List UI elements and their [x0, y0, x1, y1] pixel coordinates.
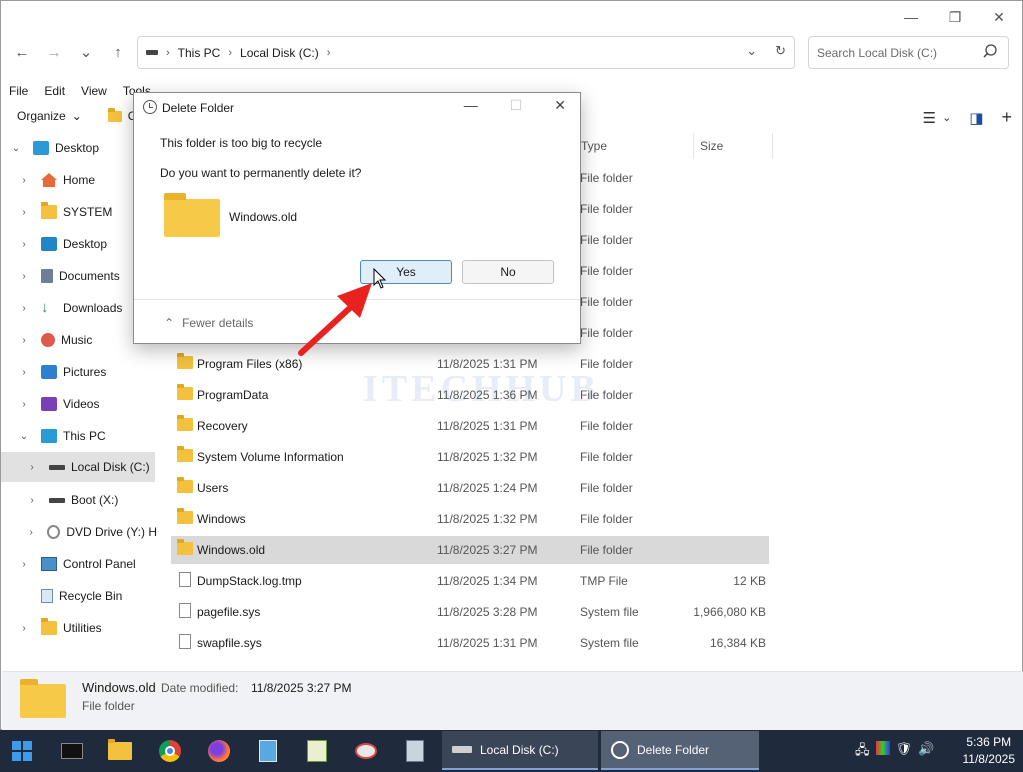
- notepad-icon: [259, 740, 277, 762]
- clock[interactable]: 5:36 PM 11/8/2025: [963, 734, 1016, 768]
- clock-icon: [611, 740, 629, 759]
- calculator-icon: [406, 740, 424, 762]
- chrome-icon: [159, 740, 181, 762]
- clock-time: 5:36 PM: [966, 735, 1012, 749]
- security-icon[interactable]: 🛡: [896, 741, 913, 763]
- taskbar-app-label: Delete Folder: [637, 742, 710, 757]
- notepad-taskbar-icon[interactable]: [254, 737, 282, 765]
- folder-icon: [108, 739, 132, 760]
- start-button[interactable]: [8, 737, 36, 765]
- file-explorer-taskbar-icon[interactable]: [106, 737, 134, 765]
- paint-icon: [355, 743, 377, 759]
- color-icon[interactable]: [875, 741, 890, 755]
- chrome-taskbar-icon[interactable]: [156, 737, 184, 765]
- paint-taskbar-icon[interactable]: [352, 737, 380, 765]
- taskbar-app-label: Local Disk (C:): [480, 742, 559, 757]
- volume-icon[interactable]: 🔊: [918, 741, 934, 763]
- editor-taskbar-icon[interactable]: [303, 737, 331, 765]
- clock-date: 11/8/2025: [962, 752, 1016, 766]
- windows-logo-icon: [12, 741, 32, 761]
- system-tray: 🖧 🛡 🔊: [855, 741, 934, 763]
- mouse-cursor-icon: [373, 268, 387, 289]
- terminal-taskbar-icon[interactable]: [58, 737, 86, 765]
- taskbar-app-local-disk[interactable]: Local Disk (C:): [442, 731, 598, 770]
- editor-icon: [307, 740, 327, 762]
- annotation-arrow: [298, 283, 372, 356]
- taskbar-app-delete-folder[interactable]: Delete Folder: [601, 731, 759, 770]
- terminal-icon: [61, 743, 83, 759]
- calculator-taskbar-icon[interactable]: [401, 737, 429, 765]
- firefox-icon: [208, 740, 230, 762]
- drive-icon: [452, 746, 472, 753]
- firefox-taskbar-icon[interactable]: [205, 737, 233, 765]
- network-icon[interactable]: 🖧: [855, 741, 870, 763]
- taskbar: Local Disk (C:) Delete Folder 🖧 🛡 🔊 5:36…: [0, 730, 1023, 772]
